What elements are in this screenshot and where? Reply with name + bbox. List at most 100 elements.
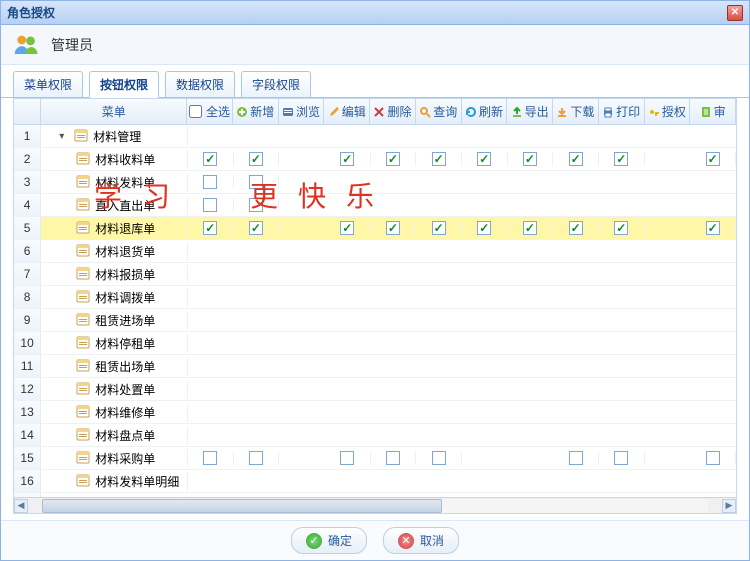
cell-print[interactable] bbox=[599, 221, 645, 235]
table-row[interactable]: 13材料维修单 bbox=[14, 401, 736, 424]
horizontal-scrollbar[interactable]: ◀ ▶ bbox=[14, 497, 736, 513]
cell-add[interactable] bbox=[234, 451, 280, 465]
table-row[interactable]: 17材料收料单明细 bbox=[14, 493, 736, 497]
col-query[interactable]: 查询 bbox=[416, 99, 462, 124]
cell-print[interactable] bbox=[599, 451, 645, 465]
table-row[interactable]: 9 租赁进场单 bbox=[14, 309, 736, 332]
close-icon[interactable]: ✕ bbox=[727, 5, 743, 21]
table-row[interactable]: 4直入直出单 bbox=[14, 194, 736, 217]
row-icon bbox=[75, 380, 91, 399]
grid-body[interactable]: 学习更快乐 1▾材料管理2材料收料单3材料发料单4直入直出单5材料退库单6材料退… bbox=[14, 125, 736, 497]
cell-add[interactable] bbox=[234, 221, 280, 235]
cell-download[interactable] bbox=[553, 451, 599, 465]
table-row[interactable]: 15 材料采购单 bbox=[14, 447, 736, 470]
cancel-button[interactable]: ✕ 取消 bbox=[383, 527, 459, 554]
row-label: 租赁进场单 bbox=[95, 312, 155, 329]
header: 管理员 bbox=[1, 25, 749, 65]
ok-button[interactable]: ✓ 确定 bbox=[291, 527, 367, 554]
cell-all[interactable] bbox=[188, 175, 234, 189]
cell-edit[interactable] bbox=[325, 221, 371, 235]
cell-add[interactable] bbox=[234, 152, 280, 166]
table-row[interactable]: 12材料处置单 bbox=[14, 378, 736, 401]
cell-all[interactable] bbox=[188, 451, 234, 465]
cell-delete[interactable] bbox=[371, 451, 417, 465]
row-number: 8 bbox=[14, 286, 41, 308]
col-export[interactable]: 导出 bbox=[507, 99, 553, 124]
table-row[interactable]: 14材料盘点单 bbox=[14, 424, 736, 447]
role-name: 管理员 bbox=[51, 35, 93, 55]
row-icon bbox=[75, 219, 91, 238]
tab-1[interactable]: 按钮权限 bbox=[89, 71, 159, 98]
cell-export[interactable] bbox=[508, 152, 554, 166]
cell-audit[interactable] bbox=[690, 221, 736, 235]
tree-toggle-icon[interactable]: ▾ bbox=[59, 131, 69, 142]
cell-query[interactable] bbox=[416, 221, 462, 235]
cell-export[interactable] bbox=[508, 221, 554, 235]
table-row[interactable]: 3材料发料单 bbox=[14, 171, 736, 194]
table-row[interactable]: 5材料退库单 bbox=[14, 217, 736, 240]
row-number: 10 bbox=[14, 332, 41, 354]
cell-all[interactable] bbox=[188, 221, 234, 235]
row-icon bbox=[75, 357, 91, 376]
table-row[interactable]: 7材料报损单 bbox=[14, 263, 736, 286]
tab-0[interactable]: 菜单权限 bbox=[13, 71, 83, 98]
cell-add[interactable] bbox=[234, 198, 280, 212]
row-number: 15 bbox=[14, 447, 41, 469]
menu-cell: 材料报损单 bbox=[41, 265, 188, 284]
row-number: 5 bbox=[14, 217, 41, 239]
col-delete[interactable]: 删除 bbox=[370, 99, 416, 124]
cell-download[interactable] bbox=[553, 152, 599, 166]
table-row[interactable]: 6材料退货单 bbox=[14, 240, 736, 263]
cell-delete[interactable] bbox=[371, 152, 417, 166]
row-icon bbox=[75, 334, 91, 353]
scroll-thumb[interactable] bbox=[42, 499, 442, 513]
table-row[interactable]: 2材料收料单 bbox=[14, 148, 736, 171]
scroll-right-icon[interactable]: ▶ bbox=[722, 499, 736, 513]
cell-all[interactable] bbox=[188, 152, 234, 166]
row-label: 材料采购单 bbox=[95, 450, 155, 467]
col-auth[interactable]: 授权 bbox=[645, 99, 691, 124]
cell-add[interactable] bbox=[234, 175, 280, 189]
cell-print[interactable] bbox=[599, 152, 645, 166]
table-row[interactable]: 8材料调拨单 bbox=[14, 286, 736, 309]
col-add[interactable]: 新增 bbox=[233, 99, 279, 124]
cell-audit[interactable] bbox=[690, 152, 736, 166]
cell-delete[interactable] bbox=[371, 221, 417, 235]
col-all[interactable]: 全选 bbox=[187, 99, 233, 124]
cell-edit[interactable] bbox=[325, 451, 371, 465]
row-number: 9 bbox=[14, 309, 41, 331]
cell-edit[interactable] bbox=[325, 152, 371, 166]
menu-cell: 材料采购单 bbox=[41, 449, 188, 468]
col-browse[interactable]: 浏览 bbox=[279, 99, 325, 124]
table-row[interactable]: 1▾材料管理 bbox=[14, 125, 736, 148]
cancel-label: 取消 bbox=[420, 532, 444, 549]
tab-3[interactable]: 字段权限 bbox=[241, 71, 311, 98]
scroll-left-icon[interactable]: ◀ bbox=[14, 499, 28, 513]
cell-query[interactable] bbox=[416, 451, 462, 465]
row-label: 材料收料单 bbox=[95, 151, 155, 168]
row-number: 12 bbox=[14, 378, 41, 400]
menu-cell: 直入直出单 bbox=[41, 196, 188, 215]
cell-all[interactable] bbox=[188, 198, 234, 212]
cell-query[interactable] bbox=[416, 152, 462, 166]
menu-cell: 材料盘点单 bbox=[41, 426, 188, 445]
col-download[interactable]: 下载 bbox=[553, 99, 599, 124]
window-title: 角色授权 bbox=[7, 4, 55, 21]
tab-2[interactable]: 数据权限 bbox=[165, 71, 235, 98]
table-row[interactable]: 10 材料停租单 bbox=[14, 332, 736, 355]
cell-download[interactable] bbox=[553, 221, 599, 235]
col-refresh[interactable]: 刷新 bbox=[462, 99, 508, 124]
row-icon bbox=[75, 242, 91, 261]
col-audit[interactable]: 审 bbox=[690, 99, 736, 124]
row-label: 材料停租单 bbox=[95, 335, 155, 352]
cell-audit[interactable] bbox=[690, 451, 736, 465]
cell-refresh[interactable] bbox=[462, 152, 508, 166]
table-row[interactable]: 11租赁出场单 bbox=[14, 355, 736, 378]
row-number: 11 bbox=[14, 355, 41, 377]
table-row[interactable]: 16材料发料单明细 bbox=[14, 470, 736, 493]
row-label: 材料管理 bbox=[93, 128, 141, 145]
menu-cell: 材料发料单明细 bbox=[41, 472, 188, 491]
col-print[interactable]: 打印 bbox=[599, 99, 645, 124]
cell-refresh[interactable] bbox=[462, 221, 508, 235]
col-edit[interactable]: 编辑 bbox=[324, 99, 370, 124]
